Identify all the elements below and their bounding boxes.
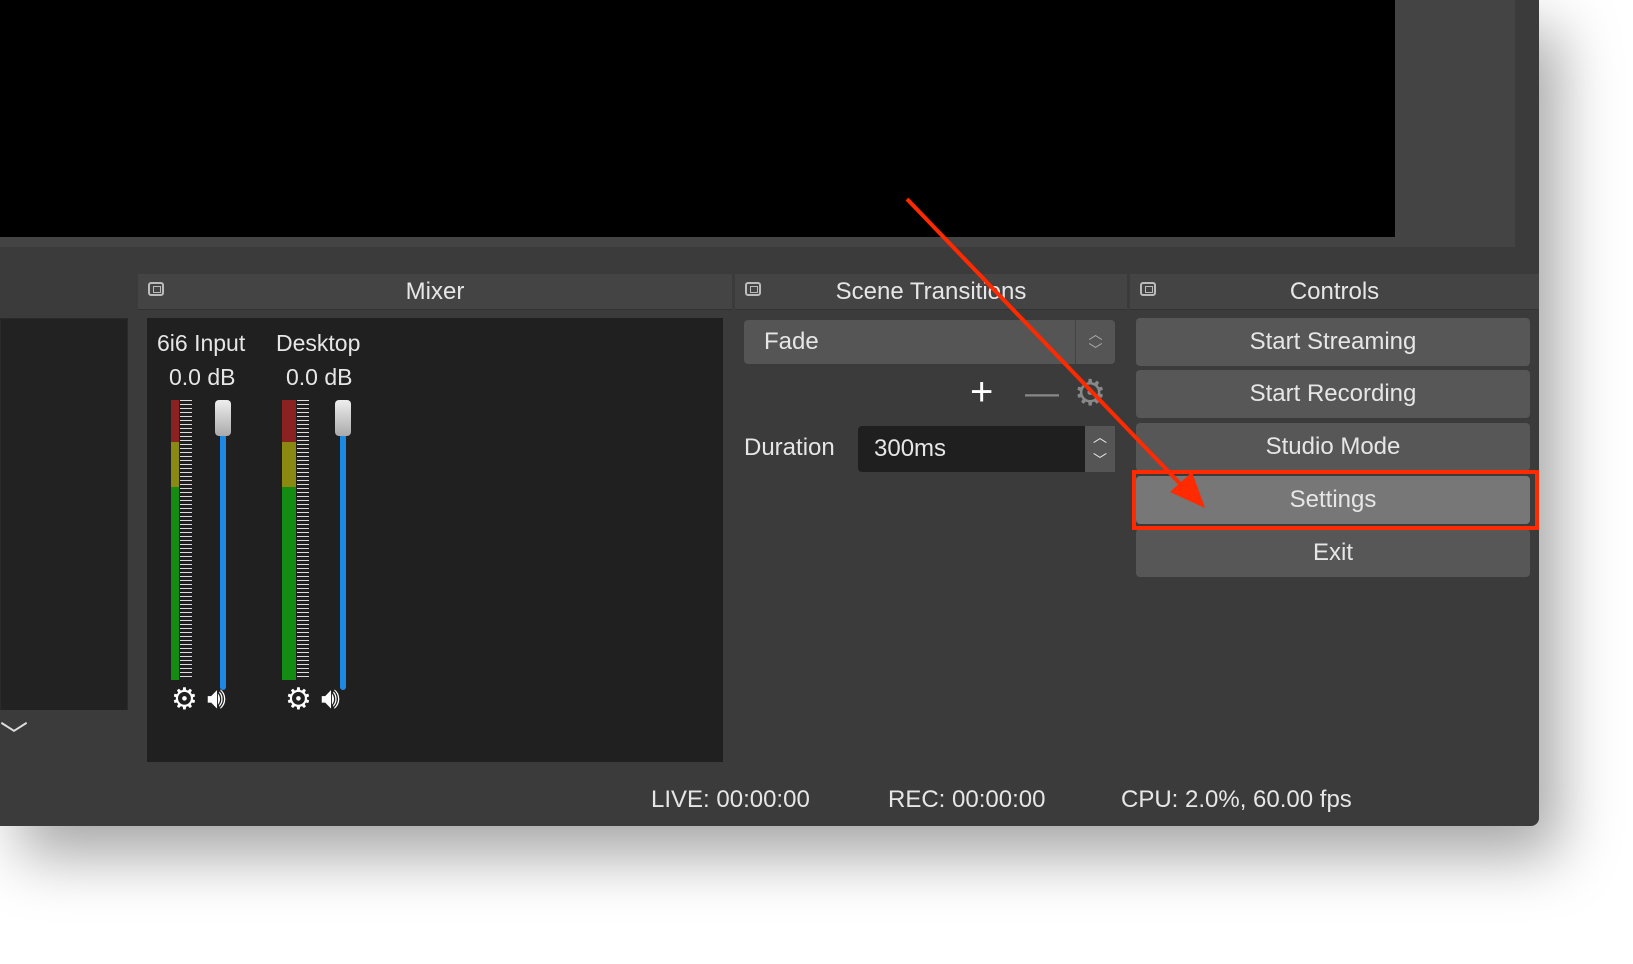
annotation-arrow (905, 197, 1205, 508)
arrow-shaft (905, 197, 1190, 494)
